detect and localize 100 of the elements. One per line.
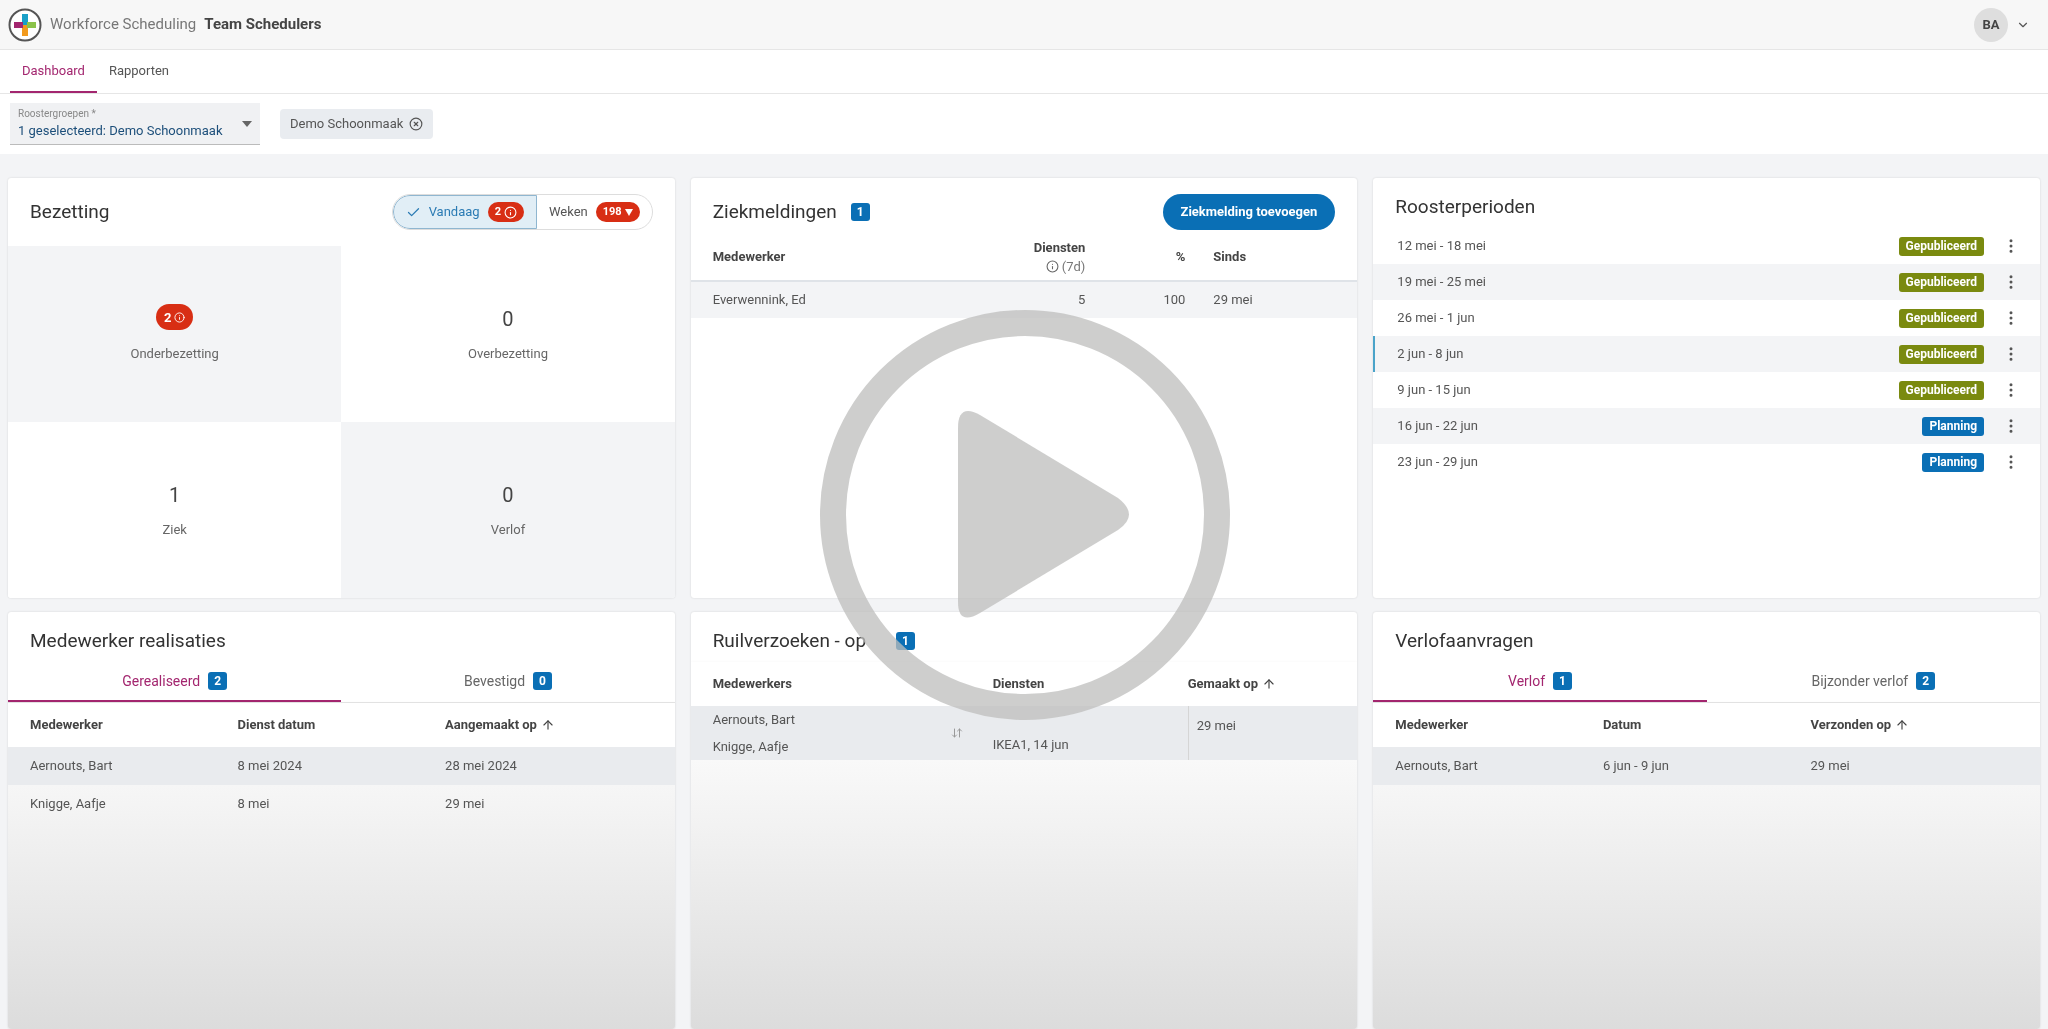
period-label: 23 jun - 29 jun [1397,453,1479,472]
count-badge: 1 [850,203,870,221]
table-row[interactable]: Knigge, Aafje 8 mei 29 mei [8,785,675,823]
column-header[interactable]: Diensten [992,674,1045,694]
stat-label: Onderbezetting [130,345,219,364]
table-cell-text: 8 mei [237,795,271,814]
period-label: 2 jun - 8 jun [1397,345,1465,364]
table-cell-text: 100 [1162,291,1186,310]
status-tag: Gepubliceerd [1898,380,1984,400]
tab[interactable]: Rapporten [96,51,182,93]
column-header[interactable]: Gemaakt op [1187,674,1276,694]
table-cell-text: 29 mei [1212,291,1254,310]
card-title: Ruilverzoeken - op [712,627,867,654]
caret-icon [242,120,252,127]
stat-tile[interactable]: 2 Onderbezetting [8,246,342,422]
period-row[interactable]: 12 mei - 18 mei Gepubliceerd [1373,228,2040,264]
count-badge: 0 [533,672,552,690]
remove-icon[interactable] [409,117,424,131]
swap-icon [950,727,963,739]
table-row[interactable]: Aernouts, Bart 6 jun - 9 jun 29 mei [1373,747,2040,785]
toggle-option[interactable]: Vandaag 2 [392,195,537,229]
app-title: Workforce Scheduling [50,14,197,36]
alert-badge: 198 [595,202,640,222]
table-cell-text: 5 [1077,291,1086,310]
card-title: Roosterperioden [1395,193,1536,220]
stat-tile[interactable]: 1 Ziek [8,422,342,598]
add-sick-report-button[interactable]: Ziekmelding toevoegen [1162,194,1336,230]
toggle-option[interactable]: Weken 198 [536,195,652,229]
card-title: Verlofaanvragen [1395,627,1534,654]
status-tag: Gepubliceerd [1898,272,1984,292]
table-cell-text: IKEA1, 14 jun [992,735,1070,754]
stat-value: 0 [502,306,514,331]
column-header[interactable]: Medewerkers [712,674,792,694]
table-cell-text: 6 jun - 9 jun [1602,757,1670,776]
tab[interactable]: Bevestigd 0 [341,662,675,702]
column-subheader: (7d) [1061,258,1086,276]
column-header[interactable]: Sinds [1185,247,1336,267]
period-label: 26 mei - 1 jun [1397,309,1476,328]
count-badge: 2 [208,672,228,690]
table-cell-text: Aernouts, Bart [712,710,797,729]
table-cell: 29 mei [1187,706,1336,760]
column-header[interactable]: Medewerker [1395,715,1468,735]
column-header[interactable]: Dienst datum [237,715,316,735]
stat-tile[interactable]: 0 Verlof [341,422,675,598]
table-cell-text: 29 mei [1810,757,1851,776]
column-header[interactable]: Medewerker [712,247,976,267]
table-cell-text: Everwennink, Ed [712,291,807,310]
logo-icon [8,7,42,42]
table-cell-text: 28 mei 2024 [445,757,518,776]
period-row[interactable]: 16 jun - 22 jun Planning [1373,408,2040,444]
stat-label: Overbezetting [467,345,548,364]
alert-badge: 2 [487,202,524,222]
field-label: Roostergroepen * [18,107,97,122]
column-header[interactable]: Verzonden op [1810,715,1910,735]
status-tag: Planning [1922,416,1984,436]
card-title: Bezetting [30,198,110,225]
info-icon [174,311,186,323]
table-row[interactable]: Aernouts, Bart 8 mei 2024 28 mei 2024 [8,747,675,785]
field-value: 1 geselecteerd: Demo Schoonmaak [18,122,224,141]
column-header[interactable]: Datum [1602,715,1642,735]
status-tag: Gepubliceerd [1898,236,1984,256]
count-badge: 1 [1553,672,1572,690]
info-icon [503,205,517,219]
alert-badge: 2 [155,304,194,331]
period-label: 9 jun - 15 jun [1397,381,1472,400]
column-header[interactable]: Diensten [1033,237,1086,257]
table-cell-text: 8 mei 2024 [237,757,303,776]
table-cell-text: Knigge, Aafje [712,738,790,756]
stat-label: Verlof [490,521,526,540]
table-row[interactable]: Aernouts, Bart Knigge, Aafje IKEA1, 14 jun 29 mei [690,706,1358,760]
filter-chip[interactable]: Demo Schoonmaak [280,109,434,139]
card-title: Ziekmeldingen [712,198,837,225]
column-header[interactable]: % [1085,247,1186,267]
team-name: Team Schedulers [204,14,322,36]
table-row[interactable]: Everwennink, Ed 5 100 29 mei [690,282,1358,318]
avatar[interactable]: BA [1974,7,2008,42]
down-triangle-icon [624,208,633,216]
table-cell-text: 29 mei [445,795,486,814]
stat-value: 0 [502,482,514,507]
column-header[interactable]: Aangemaakt op [445,715,555,735]
period-row[interactable]: 26 mei - 1 jun Gepubliceerd [1373,300,2040,336]
table-cell-text: Knigge, Aafje [30,795,107,814]
period-label: 16 jun - 22 jun [1397,417,1479,436]
table-cell-text: Aernouts, Bart [30,757,114,776]
period-row[interactable]: 2 jun - 8 jun Gepubliceerd [1373,336,2040,372]
dropdown-field[interactable]: Roostergroepen * 1 geselecteerd: Demo Schoonmaak [10,103,260,145]
period-row[interactable]: 23 jun - 29 jun Planning [1373,444,2040,480]
period-row[interactable]: 19 mei - 25 mei Gepubliceerd [1373,264,2040,300]
status-tag: Gepubliceerd [1898,344,1984,364]
tab[interactable]: Bijzonder verlof 2 [1706,662,2040,702]
count-badge: 2 [1916,672,1936,690]
status-tag: Planning [1922,452,1984,472]
status-tag: Gepubliceerd [1898,308,1984,328]
column-header[interactable]: Medewerker [30,715,103,735]
period-label: 12 mei - 18 mei [1397,237,1487,256]
period-row[interactable]: 9 jun - 15 jun Gepubliceerd [1373,372,2040,408]
info-icon [1045,260,1059,274]
period-label: 19 mei - 25 mei [1397,273,1487,292]
table-cell-text: Aernouts, Bart [1395,757,1479,776]
stat-label: Ziek [162,521,187,540]
